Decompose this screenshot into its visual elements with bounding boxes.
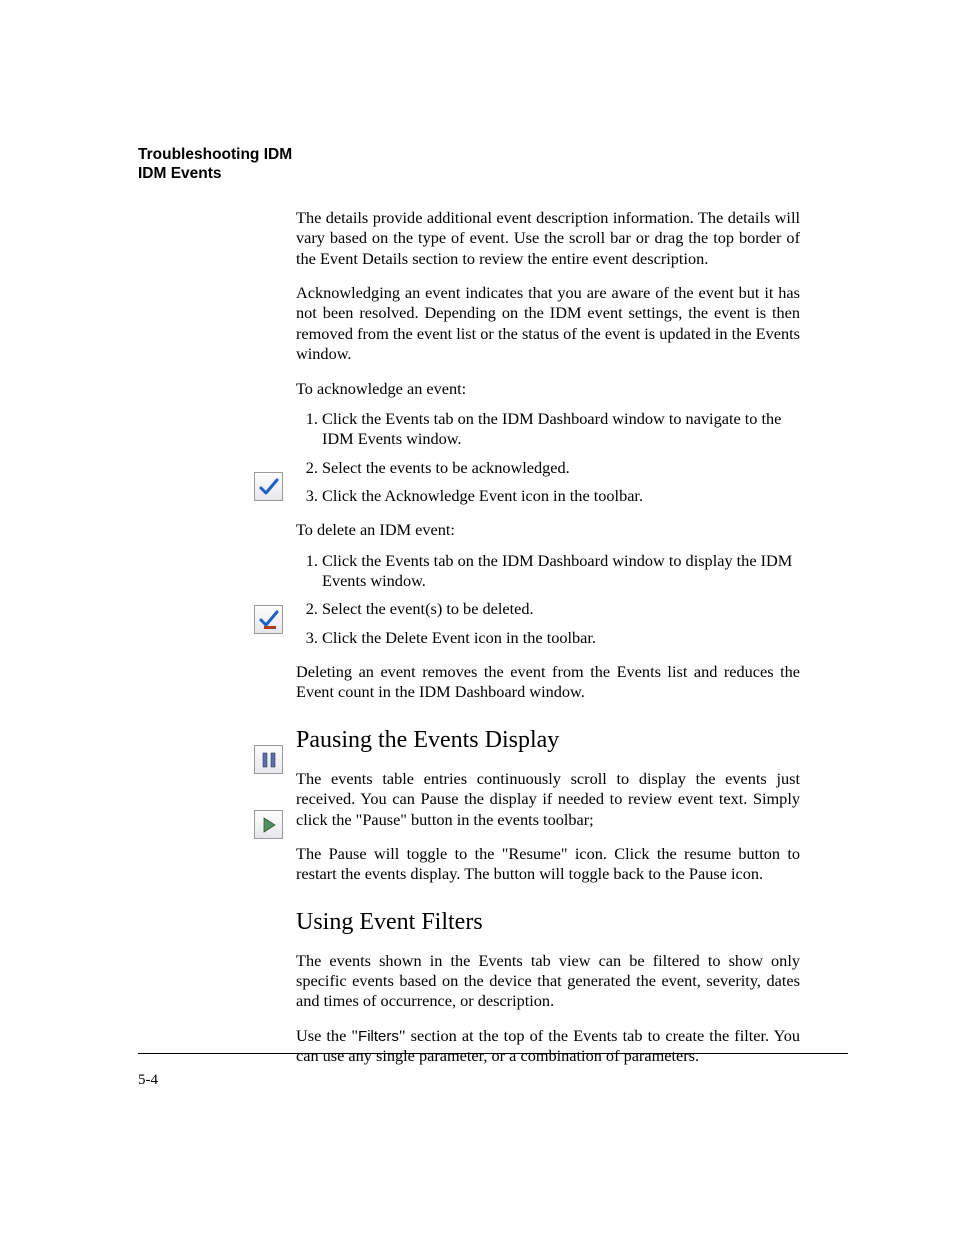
- acknowledge-step-1: Click the Events tab on the IDM Dashboar…: [322, 409, 800, 450]
- acknowledge-event-icon: [254, 472, 283, 501]
- paragraph-filters-1: The events shown in the Events tab view …: [296, 951, 800, 1012]
- header-line-1: Troubleshooting IDM: [138, 146, 292, 165]
- resume-icon: [254, 810, 283, 839]
- paragraph-acknowledge-intro: Acknowledging an event indicates that yo…: [296, 283, 800, 364]
- page-number: 5-4: [138, 1072, 158, 1089]
- acknowledge-steps: Click the Events tab on the IDM Dashboar…: [296, 409, 800, 506]
- delete-step-1: Click the Events tab on the IDM Dashboar…: [322, 551, 800, 592]
- acknowledge-step-2: Select the events to be acknowledged.: [322, 458, 800, 478]
- paragraph-details: The details provide additional event des…: [296, 208, 800, 269]
- footer-rule: [138, 1053, 848, 1054]
- header-line-2: IDM Events: [138, 165, 292, 184]
- running-header: Troubleshooting IDM IDM Events: [138, 146, 292, 183]
- delete-event-icon: [254, 605, 283, 634]
- paragraph-pause-2: The Pause will toggle to the "Resume" ic…: [296, 844, 800, 885]
- pause-icon: [254, 745, 283, 774]
- heading-filters: Using Event Filters: [296, 907, 800, 937]
- delete-steps: Click the Events tab on the IDM Dashboar…: [296, 551, 800, 648]
- filters-ui-label: Filters: [358, 1028, 399, 1045]
- paragraph-delete-result: Deleting an event removes the event from…: [296, 662, 800, 703]
- acknowledge-lead: To acknowledge an event:: [296, 379, 800, 399]
- body-column: The details provide additional event des…: [296, 208, 800, 1081]
- paragraph-filters-2: Use the "Filters" section at the top of …: [296, 1026, 800, 1067]
- acknowledge-step-3: Click the Acknowledge Event icon in the …: [322, 486, 800, 506]
- delete-step-2: Select the event(s) to be deleted.: [322, 599, 800, 619]
- delete-lead: To delete an IDM event:: [296, 520, 800, 540]
- paragraph-pause-1: The events table entries continuously sc…: [296, 769, 800, 830]
- page: Troubleshooting IDM IDM Events The detai…: [0, 0, 954, 1235]
- heading-pausing: Pausing the Events Display: [296, 725, 800, 755]
- delete-step-3: Click the Delete Event icon in the toolb…: [322, 628, 800, 648]
- filters-text-pre: Use the ": [296, 1026, 358, 1045]
